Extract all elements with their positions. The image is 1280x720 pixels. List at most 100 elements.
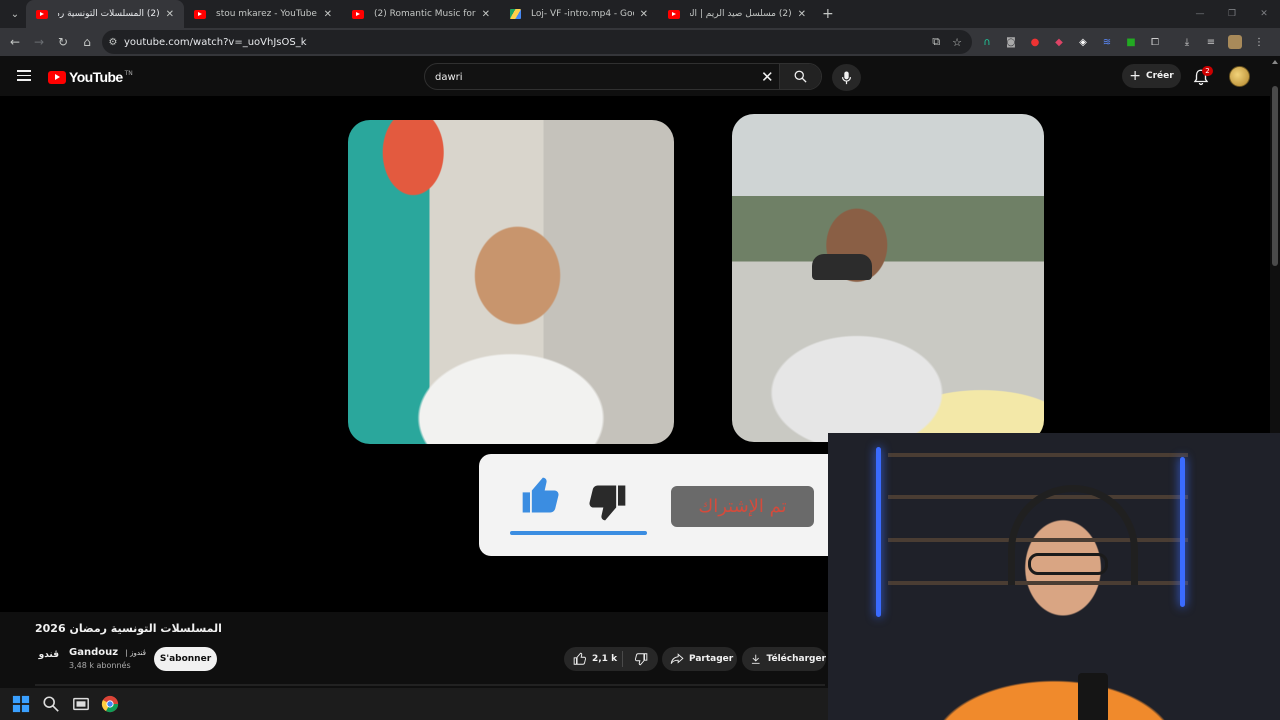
like-dislike-group: 2,1 k [564,647,658,671]
subscribe-button[interactable]: S'abonner [154,647,217,671]
notification-badge: 2 [1202,66,1213,76]
webcam-overlay [828,433,1280,720]
reload-icon[interactable]: ↻ [51,35,75,49]
tab-2[interactable]: stou mkarez - YouTube ✕ [184,0,342,28]
install-app-icon[interactable]: ⧉ [932,35,940,49]
close-tab-icon[interactable]: ✕ [166,9,174,20]
download-button[interactable]: Télécharger [742,647,826,671]
voice-search-button[interactable] [832,64,861,91]
scroll-up-icon[interactable] [1272,60,1278,64]
os-taskbar [0,688,828,720]
account-avatar[interactable] [1229,66,1250,87]
tab-5[interactable]: (2) مسلسل صيد الريم | الحلقة الا ✕ [658,0,816,28]
window-controls: — ❐ ✕ [1184,0,1280,28]
close-tab-icon[interactable]: ✕ [324,9,332,20]
dislike-button[interactable] [623,652,658,666]
youtube-icon [36,9,48,19]
extension-icon[interactable]: ■ [1124,35,1138,49]
create-label: Créer [1146,71,1174,81]
download-arrow-icon [751,654,760,664]
dislike-icon [634,653,647,666]
tab-search-button[interactable]: ⌄ [4,4,26,24]
like-count: 2,1 k [592,654,618,664]
subscribe-overlay-card: تم الإشتراك [479,454,879,556]
maximize-icon[interactable]: ❐ [1216,0,1248,28]
url-text: youtube.com/watch?v=_uoVhJsOS_k [124,36,307,48]
screen: ⌄ (2) المسلسلات التونسية رمضان 6 ✕ stou … [0,0,1280,720]
like-button[interactable]: 2,1 k [564,652,622,666]
clear-search-icon[interactable]: ✕ [761,68,774,86]
plus-icon: + [1129,68,1142,84]
site-info-icon[interactable]: ⚙ [102,37,124,48]
extensions-bar: ∩ ◙ ● ◆ ◈ ≋ ■ ⧠ ⤓ ≡ ⋮ [980,28,1266,56]
tab-title: stou mkarez - YouTube [216,9,317,19]
puzzle-icon[interactable]: ⧠ [1148,35,1162,49]
thumbs-down-icon [589,485,626,521]
cap-shape [812,254,872,280]
more-menu-icon[interactable]: ⋮ [1252,35,1266,49]
chrome-icon[interactable] [101,695,119,713]
scrollbar-thumb[interactable] [1272,86,1278,266]
youtube-icon [352,9,364,19]
extension-icon[interactable]: ◆ [1052,35,1066,49]
task-view-icon[interactable] [72,695,90,713]
youtube-icon [194,9,206,19]
back-icon[interactable]: ← [3,35,27,49]
extension-icon[interactable]: ≋ [1100,35,1114,49]
bookmark-star-icon[interactable]: ☆ [952,36,962,49]
profile-avatar[interactable] [1228,35,1242,49]
neon-light [876,447,881,617]
google-drive-icon [510,9,521,19]
thumbs-up-icon [522,477,559,513]
tab-title: Loj- VF -intro.mp4 - Google Dr [531,9,634,19]
search-icon [794,70,807,83]
video-title: المسلسلات التونسية رمضان 2026 [35,622,222,635]
home-icon[interactable]: ⌂ [75,35,99,49]
channel-avatar[interactable]: ڨندو [35,650,59,666]
tab-title: (2) مسلسل صيد الريم | الحلقة الا [690,9,792,19]
channel-name-arabic: | ڨندوز [125,649,147,657]
youtube-play-icon [48,70,66,84]
forward-icon[interactable]: → [27,35,51,49]
neon-light [1180,457,1185,607]
download-icon[interactable]: ⤓ [1180,35,1194,49]
browser-tab-strip: ⌄ (2) المسلسلات التونسية رمضان 6 ✕ stou … [0,0,1280,28]
shelf [888,453,1188,457]
share-label: Partager [689,654,734,664]
like-progress-bar [510,531,647,535]
youtube-icon [668,9,680,19]
tab-3[interactable]: (2) Romantic Music for Love Ni ✕ [342,0,500,28]
microphone-stand [1078,673,1108,720]
tab-title: (2) Romantic Music for Love Ni [374,9,476,19]
extension-icon[interactable]: ◈ [1076,35,1090,49]
search-button[interactable] [779,64,821,89]
search-taskbar-icon[interactable] [42,695,60,713]
browser-toolbar: ← → ↻ ⌂ ⚙ youtube.com/watch?v=_uoVhJsOS_… [0,28,1280,56]
extension-icon[interactable]: ∩ [980,35,994,49]
tab-1[interactable]: (2) المسلسلات التونسية رمضان 6 ✕ [26,0,184,28]
share-button[interactable]: Partager [662,647,737,671]
close-window-icon[interactable]: ✕ [1248,0,1280,28]
create-button[interactable]: + Créer [1122,64,1181,88]
tab-4[interactable]: Loj- VF -intro.mp4 - Google Dr ✕ [500,0,658,28]
new-tab-button[interactable]: + [822,6,834,22]
camera-extension-icon[interactable]: ◙ [1004,35,1018,49]
tab-title: (2) المسلسلات التونسية رمضان 6 [58,9,160,19]
minimize-icon[interactable]: — [1184,0,1216,28]
channel-name[interactable]: Gandouz | ڨندوز [69,647,146,658]
logo-text: YouTube [69,69,123,85]
close-tab-icon[interactable]: ✕ [640,9,648,20]
youtube-logo[interactable]: YouTube TN [48,69,133,85]
microphone-icon [841,70,852,84]
menu-icon[interactable] [17,70,31,81]
share-icon [670,653,684,664]
search-input[interactable] [435,68,755,86]
reading-list-icon[interactable]: ≡ [1204,35,1218,49]
address-bar[interactable]: ⚙ youtube.com/watch?v=_uoVhJsOS_k ⧉ ☆ [102,30,972,54]
glasses [1028,553,1108,575]
windows-start-icon[interactable] [12,695,30,713]
video-still-man-white-shirt [348,120,674,444]
close-tab-icon[interactable]: ✕ [798,9,806,20]
extension-icon[interactable]: ● [1028,35,1042,49]
close-tab-icon[interactable]: ✕ [482,9,490,20]
